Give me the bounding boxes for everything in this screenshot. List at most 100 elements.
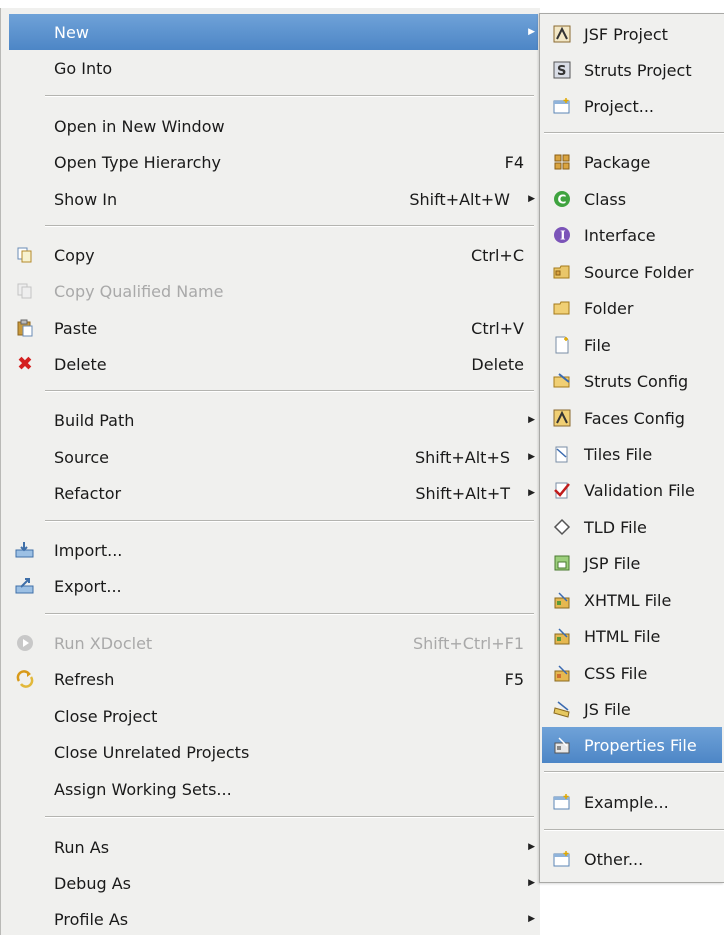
submenu-item-file[interactable]: File (542, 327, 722, 363)
menu-item-label: Interface (584, 225, 656, 245)
menu-item-label: Tiles File (584, 444, 653, 464)
submenu-item-example[interactable]: Example... (542, 784, 722, 820)
menu-separator (544, 132, 724, 134)
menu-item-label: XHTML File (584, 590, 672, 610)
run-icon (15, 633, 35, 653)
submenu-item-class[interactable]: C Class (542, 181, 722, 217)
submenu-item-validation-file[interactable]: Validation File (542, 472, 722, 508)
menu-separator (544, 829, 724, 831)
menu-item-label: JS File (584, 699, 631, 719)
submenu-item-struts-project[interactable]: S Struts Project (542, 52, 722, 88)
source-folder-icon (552, 262, 572, 282)
menu-item-copy-qualified-name[interactable]: Copy Qualified Name (9, 273, 538, 309)
submenu-item-jsf-project[interactable]: JSF Project (542, 16, 722, 52)
menu-item-label: Go Into (54, 58, 113, 78)
submenu-item-css-file[interactable]: CSS File (542, 655, 722, 691)
submenu-arrow-icon: ▶ (528, 878, 535, 888)
menu-item-label: JSP File (584, 553, 641, 573)
menu-item-import[interactable]: Import... (9, 532, 538, 568)
project-icon (552, 96, 572, 116)
menu-item-label: Assign Working Sets... (54, 779, 232, 799)
submenu-arrow-icon: ▶ (528, 27, 535, 37)
submenu-item-jsp-file[interactable]: JSP File (542, 545, 722, 581)
menu-item-open-in-new-window[interactable]: Open in New Window (9, 108, 538, 144)
submenu-item-faces-config[interactable]: Faces Config (542, 400, 722, 436)
menu-item-close-unrelated-projects[interactable]: Close Unrelated Projects (9, 734, 538, 770)
menu-item-label: Show In (54, 189, 118, 209)
file-icon (552, 335, 572, 355)
tiles-file-icon (552, 444, 572, 464)
menu-item-shortcut: F4 (504, 152, 524, 172)
menu-item-delete[interactable]: ✖ Delete Delete (9, 346, 538, 382)
submenu-item-properties-file[interactable]: Properties File (542, 727, 722, 763)
submenu-item-other[interactable]: Other... (542, 841, 722, 877)
menu-item-label: Open in New Window (54, 116, 225, 136)
menu-item-label: Struts Config (584, 371, 689, 391)
svg-text:S: S (557, 64, 566, 79)
menu-item-go-into[interactable]: Go Into (9, 50, 538, 86)
menu-item-source[interactable]: Source Shift+Alt+S ▶ (9, 439, 538, 475)
submenu-item-project[interactable]: Project... (542, 88, 722, 124)
menu-item-label: Import... (54, 540, 123, 560)
menu-item-new[interactable]: New ▶ (9, 14, 538, 50)
menu-separator (45, 816, 534, 818)
menu-item-refresh[interactable]: Refresh F5 (9, 661, 538, 697)
menu-item-label: Copy Qualified Name (54, 281, 224, 301)
context-menu: New ▶ Go Into Open in New Window Open Ty… (0, 8, 540, 935)
package-icon (552, 152, 572, 172)
menu-item-label: Refactor (54, 483, 122, 503)
submenu-item-tiles-file[interactable]: Tiles File (542, 436, 722, 472)
menu-item-label: Export... (54, 576, 122, 596)
menu-item-profile-as[interactable]: Profile As ▶ (9, 901, 538, 937)
menu-item-show-in[interactable]: Show In Shift+Alt+W ▶ (9, 181, 538, 217)
menu-item-label: Run As (54, 837, 110, 857)
js-file-icon (552, 699, 572, 719)
menu-item-run-as[interactable]: Run As ▶ (9, 829, 538, 865)
submenu-arrow-icon: ▶ (528, 415, 535, 425)
submenu-arrow-icon: ▶ (528, 914, 535, 924)
menu-item-build-path[interactable]: Build Path ▶ (9, 402, 538, 438)
interface-icon: I (552, 225, 572, 245)
menu-item-label: Struts Project (584, 60, 692, 80)
submenu-arrow-icon: ▶ (528, 488, 535, 498)
menu-item-open-type-hierarchy[interactable]: Open Type Hierarchy F4 (9, 144, 538, 180)
copy-icon (15, 281, 35, 301)
menu-separator (45, 95, 534, 97)
menu-item-export[interactable]: Export... (9, 568, 538, 604)
menu-item-label: Faces Config (584, 408, 685, 428)
refresh-icon (15, 669, 35, 689)
menu-item-label: Refresh (54, 669, 115, 689)
svg-text:C: C (558, 193, 567, 207)
submenu-item-tld-file[interactable]: TLD File (542, 509, 722, 545)
menu-item-label: CSS File (584, 663, 648, 683)
menu-item-close-project[interactable]: Close Project (9, 698, 538, 734)
submenu-item-folder[interactable]: Folder (542, 290, 722, 326)
menu-item-label: Close Project (54, 706, 158, 726)
menu-item-debug-as[interactable]: Debug As ▶ (9, 865, 538, 901)
menu-item-label: Other... (584, 849, 644, 869)
menu-item-assign-working-sets[interactable]: Assign Working Sets... (9, 771, 538, 807)
submenu-item-struts-config[interactable]: Struts Config (542, 363, 722, 399)
menu-item-label: Build Path (54, 410, 135, 430)
menu-item-label: Class (584, 189, 627, 209)
menu-item-run-xdoclet[interactable]: Run XDoclet Shift+Ctrl+F1 (9, 625, 538, 661)
submenu-item-html-file[interactable]: HTML File (542, 618, 722, 654)
faces-config-icon (552, 408, 572, 428)
menu-item-paste[interactable]: Paste Ctrl+V (9, 310, 538, 346)
menu-item-label: Open Type Hierarchy (54, 152, 221, 172)
import-icon (15, 540, 35, 560)
submenu-item-js-file[interactable]: JS File (542, 691, 722, 727)
menu-item-label: Package (584, 152, 651, 172)
menu-item-shortcut: Shift+Alt+W (409, 189, 510, 209)
copy-icon (15, 245, 35, 265)
menu-item-copy[interactable]: Copy Ctrl+C (9, 237, 538, 273)
menu-item-label: New (54, 22, 89, 42)
menu-item-label: Source Folder (584, 262, 694, 282)
submenu-item-interface[interactable]: I Interface (542, 217, 722, 253)
submenu-item-xhtml-file[interactable]: XHTML File (542, 582, 722, 618)
validation-file-icon (552, 480, 572, 500)
menu-item-refactor[interactable]: Refactor Shift+Alt+T ▶ (9, 475, 538, 511)
submenu-item-package[interactable]: Package (542, 144, 722, 180)
example-icon (552, 792, 572, 812)
submenu-item-source-folder[interactable]: Source Folder (542, 254, 722, 290)
